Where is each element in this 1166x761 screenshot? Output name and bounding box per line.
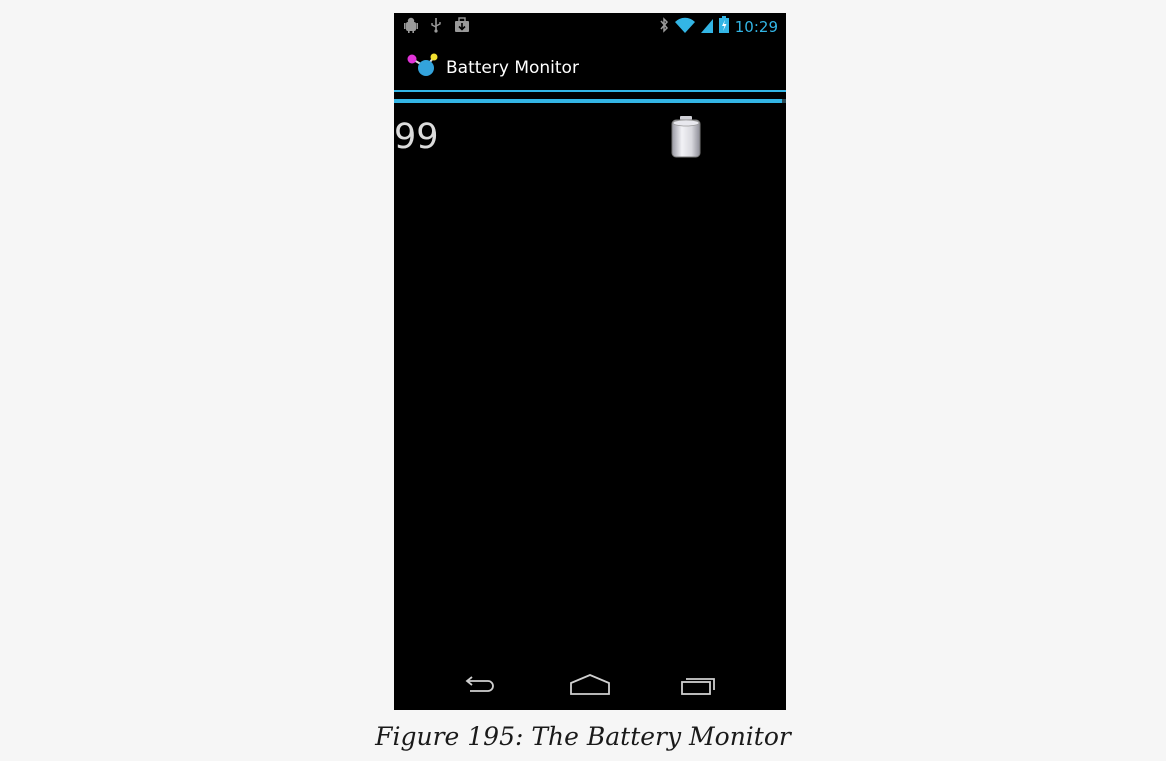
status-time: 10:29 <box>734 17 778 36</box>
recent-apps-icon[interactable] <box>678 672 718 698</box>
battery-level-text: 99 <box>394 117 439 157</box>
download-icon <box>454 17 470 37</box>
wifi-icon <box>674 17 695 37</box>
app-title: Battery Monitor <box>446 58 579 78</box>
figure-caption: Figure 195: The Battery Monitor <box>375 722 791 751</box>
usb-icon <box>430 17 442 37</box>
battery-full-icon <box>671 116 701 158</box>
bluetooth-icon <box>659 16 669 37</box>
navigation-bar <box>394 662 786 710</box>
back-icon[interactable] <box>460 672 500 698</box>
android-debug-icon <box>404 17 418 37</box>
battery-charging-icon <box>718 16 729 37</box>
battery-progress-bar <box>394 99 786 103</box>
home-icon[interactable] <box>568 672 610 698</box>
battery-progress-fill <box>394 99 783 103</box>
action-bar-divider <box>394 90 786 92</box>
status-bar: 10:29 <box>394 13 786 39</box>
action-bar: Battery Monitor <box>394 39 786 91</box>
signal-icon <box>700 17 713 37</box>
app-molecule-icon[interactable] <box>406 53 440 81</box>
phone-screen: 10:29 Battery Monitor 99 <box>394 13 786 710</box>
